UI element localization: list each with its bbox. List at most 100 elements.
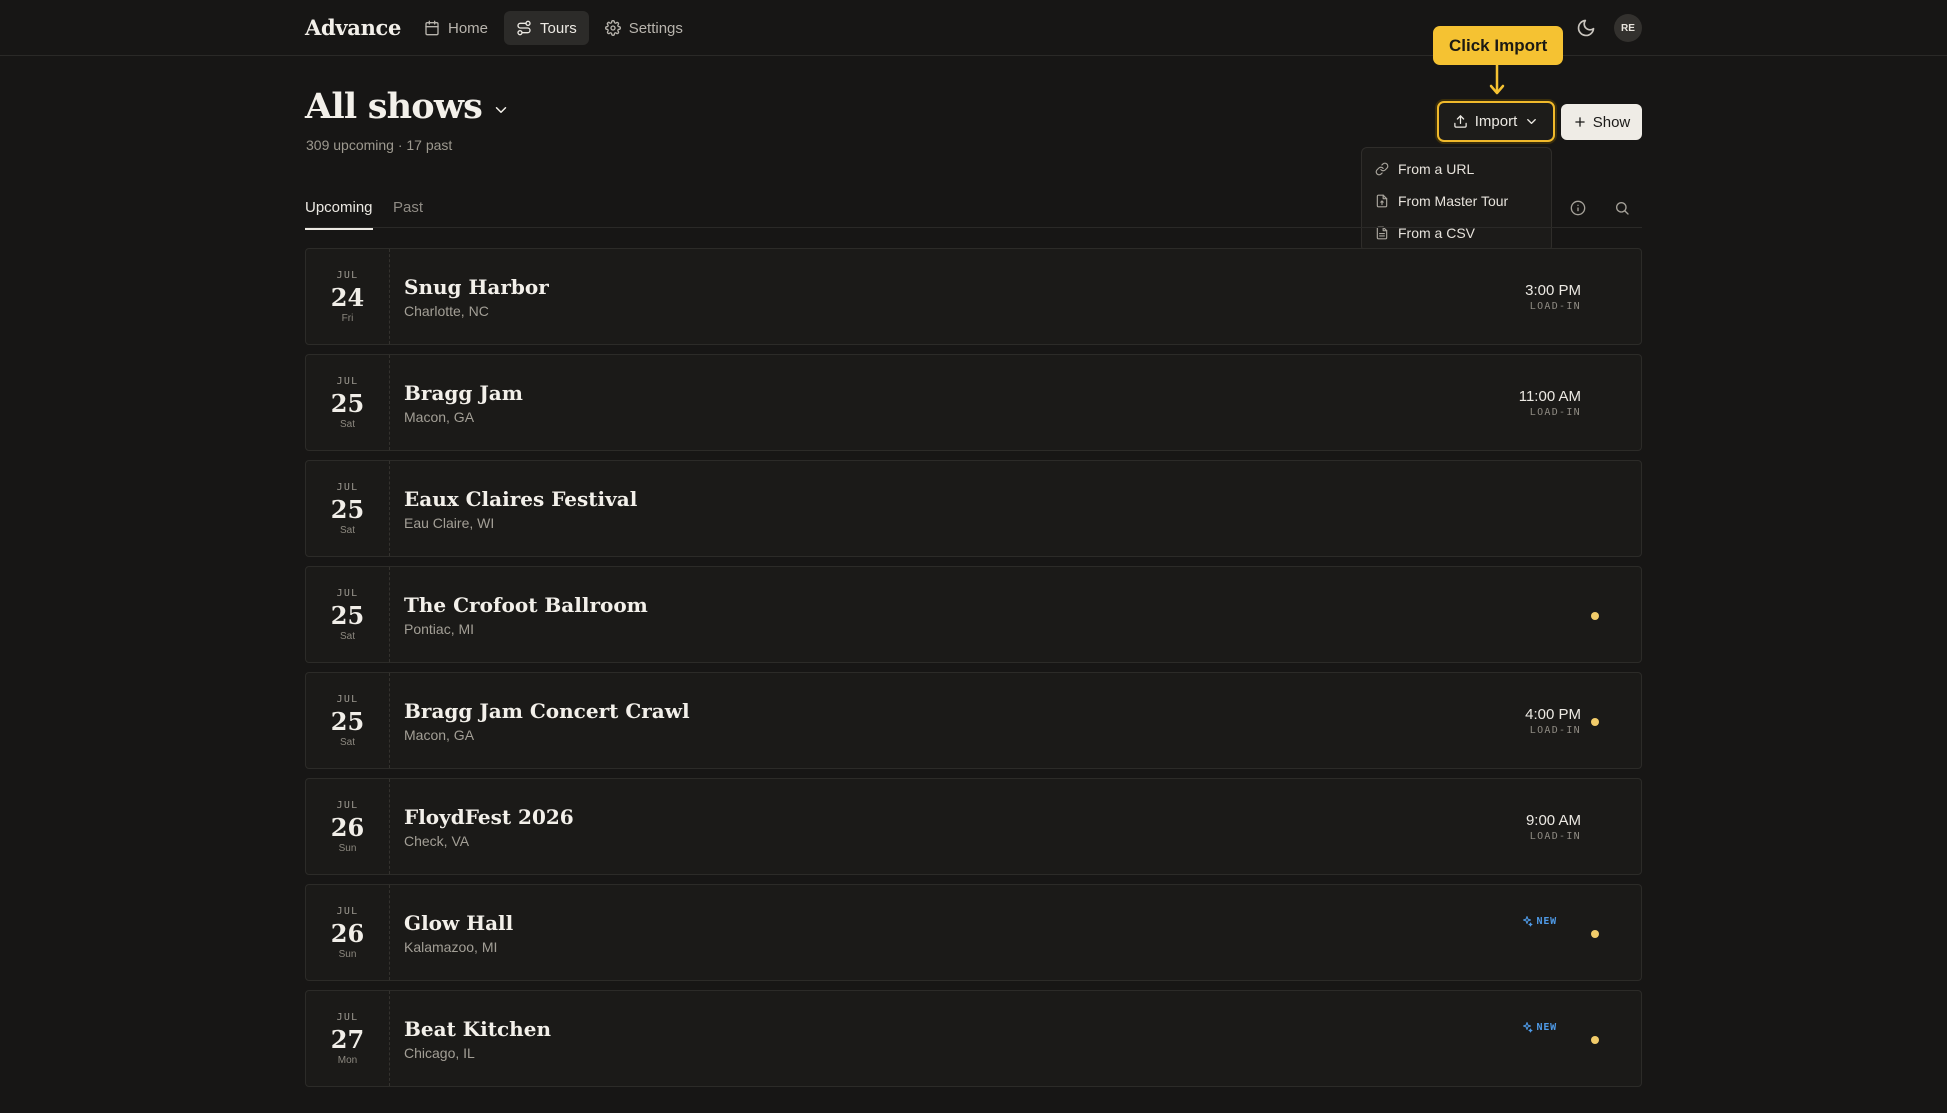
date-day: 25 <box>330 494 365 524</box>
venue-city: Kalamazoo, MI <box>404 939 498 955</box>
date-day: 26 <box>330 812 365 842</box>
date-day: 24 <box>330 282 365 312</box>
load-in-time: 3:00 PM LOAD-IN <box>1525 282 1581 312</box>
date-weekday: Fri <box>341 312 354 324</box>
nav-label: Settings <box>628 19 683 37</box>
main-nav: Home Tours Settings <box>412 11 695 45</box>
date-month: JUL <box>336 375 359 387</box>
date-weekday: Sat <box>339 524 355 536</box>
show-card[interactable]: JUL 27 Mon Beat Kitchen Chicago, IL NEW <box>305 990 1642 1087</box>
page-title[interactable]: All shows <box>305 86 510 127</box>
show-card[interactable]: JUL 25 Sat Eaux Claires Festival Eau Cla… <box>305 460 1642 557</box>
show-card[interactable]: JUL 25 Sat The Crofoot Ballroom Pontiac,… <box>305 566 1642 663</box>
venue-city: Chicago, IL <box>404 1045 475 1061</box>
import-button[interactable]: Import <box>1437 101 1555 142</box>
show-date: JUL 25 Sat <box>306 567 390 662</box>
route-icon <box>517 20 531 36</box>
venue-city: Macon, GA <box>404 409 475 425</box>
venue-name: Snug Harbor <box>404 275 549 299</box>
new-badge: NEW <box>1521 915 1557 927</box>
nav-home[interactable]: Home <box>412 11 500 45</box>
venue-city: Pontiac, MI <box>404 621 475 637</box>
show-card[interactable]: JUL 25 Sat Bragg Jam Macon, GA 11:00 AM … <box>305 354 1642 451</box>
date-month: JUL <box>336 693 359 705</box>
time-label: LOAD-IN <box>1529 407 1581 418</box>
chevron-down-icon <box>1527 119 1537 124</box>
show-list: JUL 24 Fri Snug Harbor Charlotte, NC 3:0… <box>305 248 1642 1096</box>
time-label: LOAD-IN <box>1529 831 1581 842</box>
date-month: JUL <box>336 1011 359 1023</box>
date-day: 27 <box>330 1024 365 1054</box>
venue-name: Bragg Jam Concert Crawl <box>404 699 690 723</box>
moon-icon[interactable] <box>1576 18 1596 38</box>
add-show-label: Show <box>1592 113 1631 131</box>
date-month: JUL <box>336 481 359 493</box>
venue-name: Bragg Jam <box>404 381 523 405</box>
show-card[interactable]: JUL 25 Sat Bragg Jam Concert Crawl Macon… <box>305 672 1642 769</box>
gear-icon <box>604 20 621 36</box>
plus-icon <box>1575 117 1585 127</box>
show-date: JUL 27 Mon <box>306 991 390 1086</box>
date-weekday: Sat <box>339 736 355 748</box>
date-month: JUL <box>336 269 359 281</box>
venue-name: Glow Hall <box>404 911 514 935</box>
time-label: LOAD-IN <box>1529 725 1581 736</box>
show-card[interactable]: JUL 24 Fri Snug Harbor Charlotte, NC 3:0… <box>305 248 1642 345</box>
nav-label: Tours <box>540 19 577 37</box>
new-badge: NEW <box>1521 1021 1557 1033</box>
time-value: 9:00 AM <box>1525 812 1581 829</box>
menu-item-from-url[interactable]: From a URL <box>1367 153 1546 185</box>
add-show-button[interactable]: Show <box>1561 104 1642 140</box>
show-date: JUL 25 Sat <box>306 461 390 556</box>
new-badge-label: NEW <box>1536 915 1557 927</box>
tab-past[interactable]: Past <box>393 199 423 228</box>
app-logo[interactable]: Advance <box>305 15 401 40</box>
link-icon <box>1375 162 1389 176</box>
nav-label: Home <box>448 19 489 37</box>
show-card[interactable]: JUL 26 Sun FloydFest 2026 Check, VA 9:00… <box>305 778 1642 875</box>
show-date: JUL 24 Fri <box>306 249 390 344</box>
sparkle-icon <box>1522 1022 1533 1033</box>
time-value: 11:00 AM <box>1518 388 1581 405</box>
arrow-down-icon <box>1489 64 1505 95</box>
date-day: 25 <box>330 388 365 418</box>
time-label: LOAD-IN <box>1529 301 1581 312</box>
search-icon[interactable] <box>1614 200 1630 216</box>
venue-name: The Crofoot Ballroom <box>404 593 648 617</box>
show-date: JUL 26 Sun <box>306 885 390 980</box>
venue-name: Beat Kitchen <box>404 1017 551 1041</box>
venue-city: Charlotte, NC <box>404 303 489 319</box>
load-in-time: 4:00 PM LOAD-IN <box>1525 706 1581 736</box>
date-day: 26 <box>330 918 365 948</box>
venue-city: Check, VA <box>404 833 470 849</box>
date-weekday: Sun <box>338 948 357 960</box>
date-weekday: Mon <box>337 1054 358 1066</box>
status-dot <box>1591 1036 1599 1044</box>
venue-city: Macon, GA <box>404 727 475 743</box>
calendar-icon <box>425 20 439 36</box>
time-value: 3:00 PM <box>1525 282 1581 299</box>
date-day: 25 <box>330 706 365 736</box>
page-title-text: All shows <box>305 86 483 127</box>
date-weekday: Sat <box>339 418 355 430</box>
info-icon[interactable] <box>1570 200 1586 216</box>
show-date: JUL 25 Sat <box>306 355 390 450</box>
nav-settings[interactable]: Settings <box>593 11 695 45</box>
status-dot <box>1591 718 1599 726</box>
date-month: JUL <box>336 799 359 811</box>
date-month: JUL <box>336 905 359 917</box>
sparkle-icon <box>1522 916 1533 927</box>
avatar[interactable]: RE <box>1614 14 1642 42</box>
load-in-time: 9:00 AM LOAD-IN <box>1526 812 1581 842</box>
status-dot <box>1591 930 1599 938</box>
venue-name: Eaux Claires Festival <box>404 487 638 511</box>
new-badge-label: NEW <box>1536 1021 1557 1033</box>
file-spreadsheet-icon <box>1376 226 1388 240</box>
show-date: JUL 26 Sun <box>306 779 390 874</box>
time-value: 4:00 PM <box>1525 706 1581 723</box>
show-card[interactable]: JUL 26 Sun Glow Hall Kalamazoo, MI NEW <box>305 884 1642 981</box>
nav-tours[interactable]: Tours <box>504 11 589 45</box>
tab-upcoming[interactable]: Upcoming <box>305 199 373 230</box>
date-month: JUL <box>336 587 359 599</box>
show-count-summary: 309 upcoming · 17 past <box>306 137 453 153</box>
